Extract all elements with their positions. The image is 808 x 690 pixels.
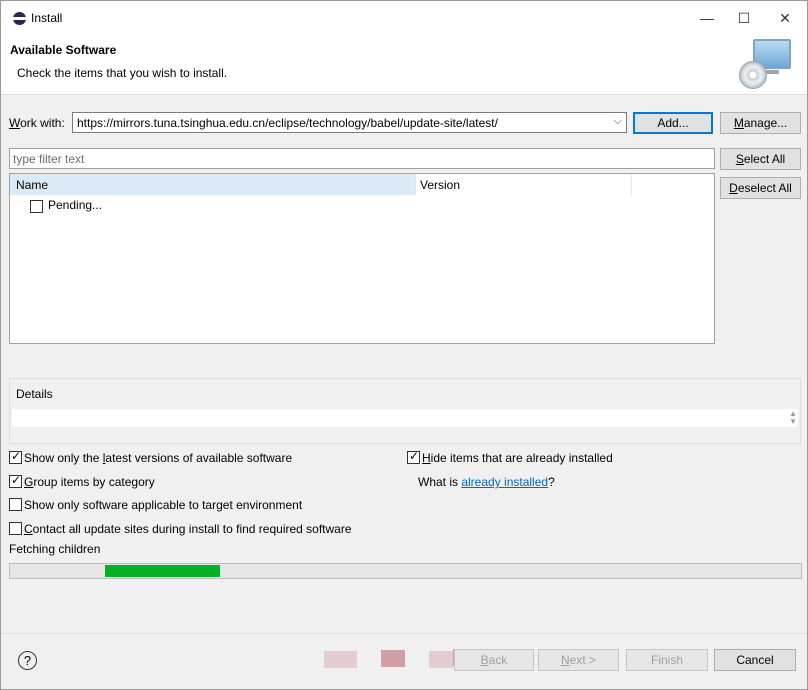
chevron-down-icon[interactable]: ⌵ — [614, 115, 622, 128]
pending-checkbox[interactable] — [30, 200, 43, 213]
wizard-header: Available Software Check the items that … — [1, 35, 807, 95]
work-with-combo[interactable]: https://mirrors.tuna.tsinghua.edu.cn/ecl… — [72, 112, 627, 133]
title-bar: Install — ☐ ✕ — [1, 1, 807, 35]
back-button[interactable]: Back — [454, 649, 534, 671]
target-environment-checkbox[interactable] — [9, 498, 22, 511]
install-dialog: Install — ☐ ✕ Available Software Check t… — [0, 0, 808, 690]
manage-button[interactable]: Manage... — [720, 112, 801, 134]
details-title: Details — [16, 387, 53, 401]
already-installed-link[interactable]: already installed — [461, 475, 548, 489]
deselect-all-button[interactable]: Deselect All — [720, 177, 801, 199]
column-header-version[interactable]: Version — [416, 174, 632, 195]
minimize-button[interactable]: — — [687, 1, 727, 35]
progress-indicator — [105, 565, 220, 577]
status-text: Fetching children — [9, 542, 101, 556]
close-button[interactable]: ✕ — [765, 1, 805, 35]
redacted-block — [324, 651, 357, 668]
cancel-button[interactable]: Cancel — [714, 649, 796, 671]
target-environment-label[interactable]: Show only software applicable to target … — [24, 498, 302, 512]
add-button[interactable]: Add... — [633, 112, 713, 134]
eclipse-logo-icon — [13, 12, 26, 25]
footer-divider — [1, 633, 807, 634]
hide-installed-label[interactable]: Hide items that are already installed — [422, 451, 613, 465]
redacted-block — [429, 651, 453, 668]
finish-button[interactable]: Finish — [626, 649, 708, 671]
what-is-installed-text: What is already installed? — [418, 475, 555, 489]
page-message: Check the items that you wish to install… — [17, 66, 228, 80]
progress-bar — [9, 563, 802, 579]
filter-input[interactable] — [10, 149, 714, 168]
contact-update-sites-checkbox[interactable] — [9, 522, 22, 535]
next-button[interactable]: Next > — [538, 649, 619, 671]
scroll-arrows-icon[interactable]: ▲ ▼ — [789, 410, 797, 426]
group-by-category-label[interactable]: Group items by category — [24, 475, 155, 489]
software-tree[interactable]: Name Version Pending... — [9, 173, 715, 344]
maximize-button[interactable]: ☐ — [724, 1, 764, 35]
filter-input-box[interactable] — [9, 148, 715, 169]
latest-versions-checkbox[interactable] — [9, 449, 22, 464]
column-header-name[interactable]: Name — [10, 174, 416, 195]
latest-versions-label[interactable]: Show only the latest versions of availab… — [24, 451, 292, 465]
details-text-area[interactable] — [12, 409, 798, 427]
hide-installed-checkbox[interactable] — [407, 449, 420, 464]
select-all-button[interactable]: Select All — [720, 148, 801, 170]
install-software-icon — [739, 37, 793, 91]
work-with-label: Work with: — [9, 116, 65, 130]
details-group: Details ▲ ▼ — [9, 378, 801, 444]
group-by-category-checkbox[interactable] — [9, 473, 22, 488]
page-title: Available Software — [10, 43, 117, 57]
tree-item-label[interactable]: Pending... — [48, 198, 102, 212]
help-icon[interactable]: ? — [18, 651, 37, 670]
work-with-value[interactable]: https://mirrors.tuna.tsinghua.edu.cn/ecl… — [77, 116, 498, 130]
window-title: Install — [31, 11, 63, 25]
redacted-block — [381, 650, 405, 667]
contact-update-sites-label[interactable]: Contact all update sites during install … — [24, 522, 352, 536]
